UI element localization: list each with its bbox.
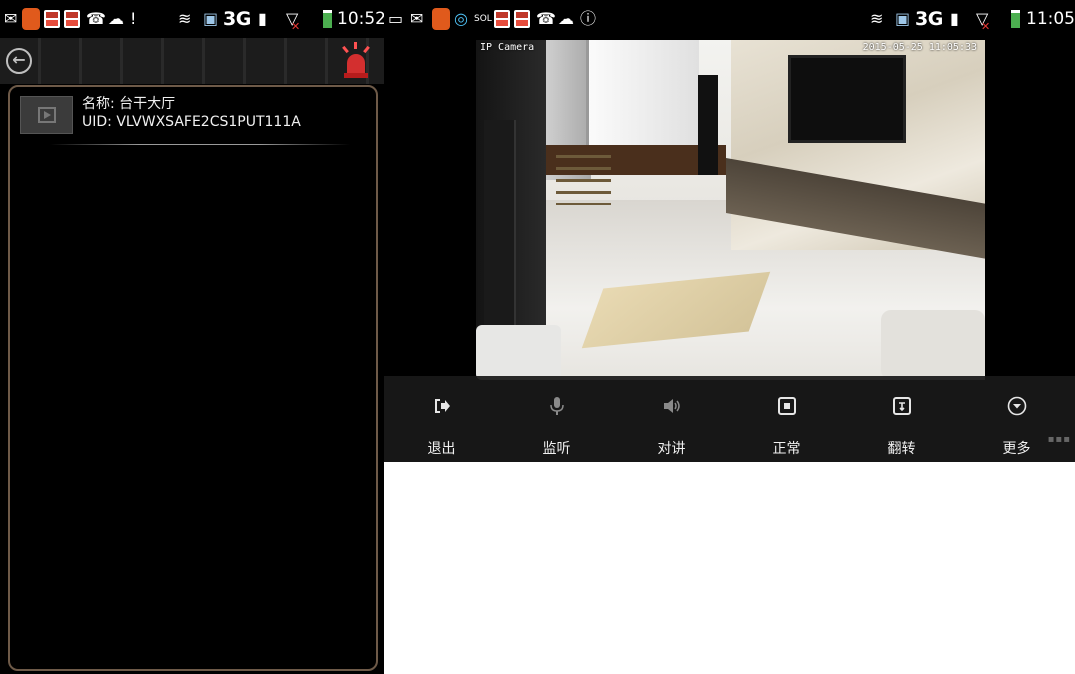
normal-label: 正常 <box>772 441 801 457</box>
data-sync-icon: ▣ <box>895 9 911 28</box>
alert-icon: ! <box>130 9 137 28</box>
missed-call-icon: ☎ <box>86 9 106 28</box>
battery-icon <box>1011 10 1020 28</box>
mail-icon: ✉ <box>4 9 18 28</box>
missed-call-icon: ☎ <box>536 9 556 28</box>
divider <box>50 144 350 145</box>
wifi-icon: ≋ <box>870 9 884 28</box>
video-thumbnail-icon <box>20 96 73 134</box>
flip-label: 翻转 <box>887 441 916 457</box>
device-list-panel: 名称: 台干大厅 UID: VLVWXSAFE2CS1PUT111A <box>8 85 378 671</box>
news-app-icon <box>44 10 60 28</box>
signal-icon: ▮ <box>258 9 267 28</box>
normal-button[interactable]: 正常 <box>729 376 844 462</box>
toolbar: ← <box>0 38 384 84</box>
normal-view-icon <box>777 397 796 415</box>
device-uid: UID: VLVWXSAFE2CS1PUT111A <box>82 114 301 130</box>
app-notification-icon <box>22 8 40 30</box>
network-type: 3G <box>223 8 251 30</box>
news-app-icon <box>494 10 510 28</box>
network-type: 3G <box>915 8 943 30</box>
left-screen: ✉ ☎ ☁ ! ≋ ▣ 3G ▮ ▽ ✕ 10:52 ← 名称: 台干大厅 UI… <box>0 0 384 674</box>
device-list-item[interactable]: 名称: 台干大厅 UID: VLVWXSAFE2CS1PUT111A <box>10 87 376 149</box>
microphone-icon <box>549 397 564 415</box>
camera-title-overlay: IP Camera <box>480 42 535 53</box>
overflow-dots: ▪▪▪ <box>1047 434 1071 445</box>
signal-icon: ▮ <box>950 9 959 28</box>
more-button[interactable]: 更多 <box>959 376 1074 462</box>
more-chevron-icon <box>1007 396 1026 416</box>
qq-icon: ◎ <box>454 9 468 28</box>
talk-label: 对讲 <box>657 441 686 457</box>
status-bar: ▭ ✉ ◎ SOL ☎ ☁ ⓘ ≋ ▣ 3G ▮ ▽ ✕ 11:05 <box>384 0 1075 40</box>
alarm-siren-icon[interactable] <box>338 42 374 78</box>
control-bar: 退出 监听 对讲 正常 翻转 更多 ▪▪▪ <box>384 376 1075 462</box>
flip-icon <box>892 397 911 415</box>
app-notification-icon <box>432 8 450 30</box>
weather-icon: ☁ <box>558 9 574 28</box>
device-name: 名称: 台干大厅 <box>82 96 176 112</box>
flip-button[interactable]: 翻转 <box>844 376 959 462</box>
listen-label: 监听 <box>542 441 571 457</box>
battery-icon <box>323 10 332 28</box>
exit-label: 退出 <box>427 441 456 457</box>
status-bar: ✉ ☎ ☁ ! ≋ ▣ 3G ▮ ▽ ✕ 10:52 <box>0 0 384 38</box>
clock: 11:05 <box>1026 9 1075 29</box>
clock: 10:52 <box>337 9 384 29</box>
back-circle-arrow-icon[interactable]: ← <box>6 48 32 74</box>
exit-button[interactable]: 退出 <box>384 376 499 462</box>
weather-icon: ☁ <box>108 9 124 28</box>
data-sync-icon: ▣ <box>203 9 219 28</box>
listen-button[interactable]: 监听 <box>499 376 614 462</box>
sol-icon: SOL <box>474 14 492 24</box>
exit-icon <box>434 399 450 413</box>
wifi-icon: ≋ <box>178 9 192 28</box>
right-screen: ▭ ✉ ◎ SOL ☎ ☁ ⓘ ≋ ▣ 3G ▮ ▽ ✕ 11:05 IP Ca… <box>384 0 1075 462</box>
news-app-icon <box>64 10 80 28</box>
speaker-icon <box>663 399 680 413</box>
mail-icon: ✉ <box>410 9 424 28</box>
no-signal-icon: ✕ <box>291 20 301 33</box>
news-app-icon <box>514 10 530 28</box>
talk-button[interactable]: 对讲 <box>614 376 729 462</box>
image-icon: ▭ <box>388 9 404 28</box>
alert-icon: ⓘ <box>580 9 597 28</box>
no-signal-icon: ✕ <box>981 20 991 33</box>
camera-timestamp-overlay: 2015-05-25 11:05:33 <box>862 42 977 53</box>
camera-video-feed[interactable]: IP Camera 2015-05-25 11:05:33 <box>476 40 985 380</box>
